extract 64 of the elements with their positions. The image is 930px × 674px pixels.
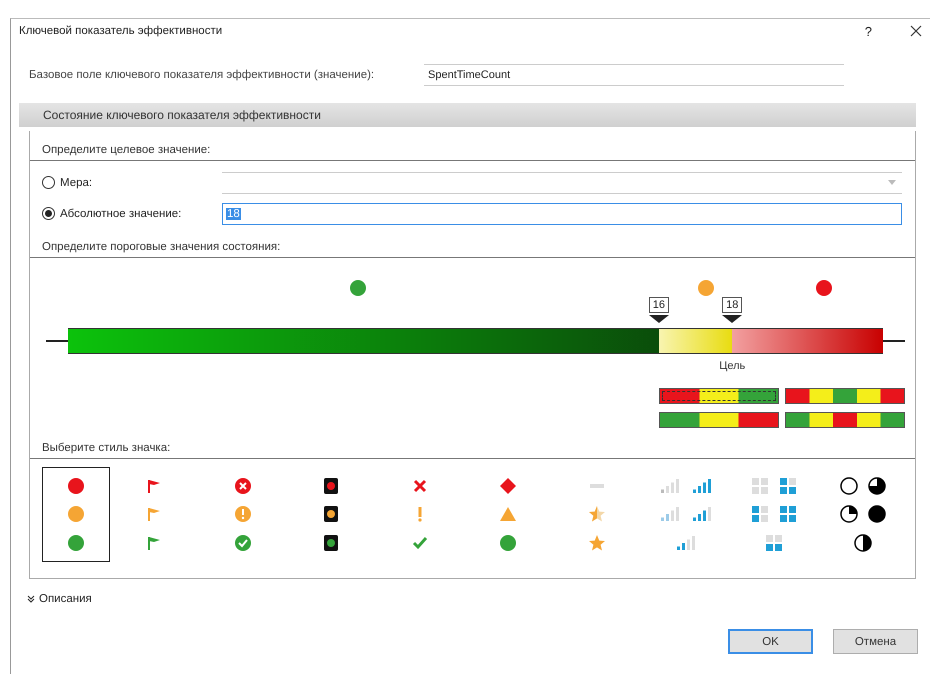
traffic-light-icon bbox=[323, 477, 340, 496]
radio-label: Мера: bbox=[60, 176, 92, 188]
diamond-icon bbox=[499, 477, 518, 496]
flag-icon bbox=[146, 506, 162, 522]
dash-icon bbox=[588, 483, 606, 490]
cross-icon bbox=[412, 478, 428, 494]
expander-label[interactable]: Описания bbox=[39, 593, 92, 605]
target-label: Цель bbox=[719, 360, 746, 372]
dialog-button[interactable]: OK bbox=[728, 629, 813, 654]
radio-label: Абсолютное значение: bbox=[60, 208, 182, 220]
signal-icon bbox=[658, 477, 681, 496]
threshold-value: 18 bbox=[722, 297, 742, 313]
group-heading: Определите пороговые значения состояния: bbox=[30, 229, 915, 258]
exclamation-icon bbox=[416, 506, 424, 522]
color-scheme-option[interactable] bbox=[659, 412, 779, 428]
traffic-light-icon bbox=[323, 534, 340, 552]
caret-icon bbox=[888, 180, 896, 185]
half-star-icon bbox=[588, 505, 606, 524]
pie-icon bbox=[840, 505, 858, 524]
pie-icon bbox=[868, 477, 886, 496]
color-scheme-option[interactable] bbox=[785, 412, 905, 428]
grid-icon bbox=[765, 534, 784, 552]
exclamation-circle-icon bbox=[234, 505, 252, 524]
chevron-down-icon[interactable] bbox=[27, 595, 35, 603]
circle-icon bbox=[67, 477, 85, 496]
grid-icon bbox=[779, 477, 798, 496]
pie-icon bbox=[854, 534, 872, 552]
close-icon[interactable] bbox=[910, 25, 922, 37]
pie-icon bbox=[868, 505, 886, 524]
pie-icon bbox=[840, 477, 858, 496]
triangle-icon bbox=[499, 506, 518, 522]
threshold-handle-icon[interactable] bbox=[722, 315, 742, 323]
flag-icon bbox=[146, 478, 162, 494]
field-label: Базовое поле ключевого показателя эффективности (значение): bbox=[29, 69, 376, 81]
base-field[interactable]: SpentTimeCount bbox=[424, 64, 844, 86]
grid-icon bbox=[779, 505, 798, 524]
signal-icon bbox=[674, 534, 697, 552]
signal-icon bbox=[690, 477, 713, 496]
grid-icon bbox=[751, 505, 770, 524]
icon-style-option[interactable] bbox=[42, 467, 110, 562]
cross-circle-icon bbox=[234, 477, 252, 496]
threshold-handle-icon[interactable] bbox=[648, 315, 669, 323]
circle-icon bbox=[67, 505, 85, 524]
help-button[interactable]: ? bbox=[864, 24, 872, 38]
window-title: Ключевой показатель эффективности bbox=[19, 25, 224, 37]
signal-icon bbox=[658, 505, 681, 524]
color-scheme-option[interactable] bbox=[785, 388, 905, 404]
dialog-button[interactable]: Отмена bbox=[833, 629, 918, 654]
check-circle-icon bbox=[234, 534, 252, 552]
group-heading: Выберите стиль значка: bbox=[30, 428, 915, 459]
section-header[interactable]: Состояние ключевого показателя эффективности bbox=[19, 103, 916, 127]
grid-icon bbox=[751, 477, 770, 496]
signal-icon bbox=[690, 505, 713, 524]
radio-button[interactable] bbox=[42, 176, 55, 189]
threshold-value: 16 bbox=[648, 297, 669, 313]
star-icon bbox=[588, 534, 606, 552]
circle-icon bbox=[499, 534, 518, 552]
group-heading: Определите целевое значение: bbox=[30, 131, 915, 161]
radio-button[interactable] bbox=[42, 207, 55, 220]
color-scheme-option[interactable] bbox=[659, 388, 779, 404]
flag-icon bbox=[146, 534, 162, 551]
check-icon bbox=[412, 534, 428, 551]
circle-icon bbox=[67, 534, 85, 552]
traffic-light-icon bbox=[323, 505, 340, 524]
